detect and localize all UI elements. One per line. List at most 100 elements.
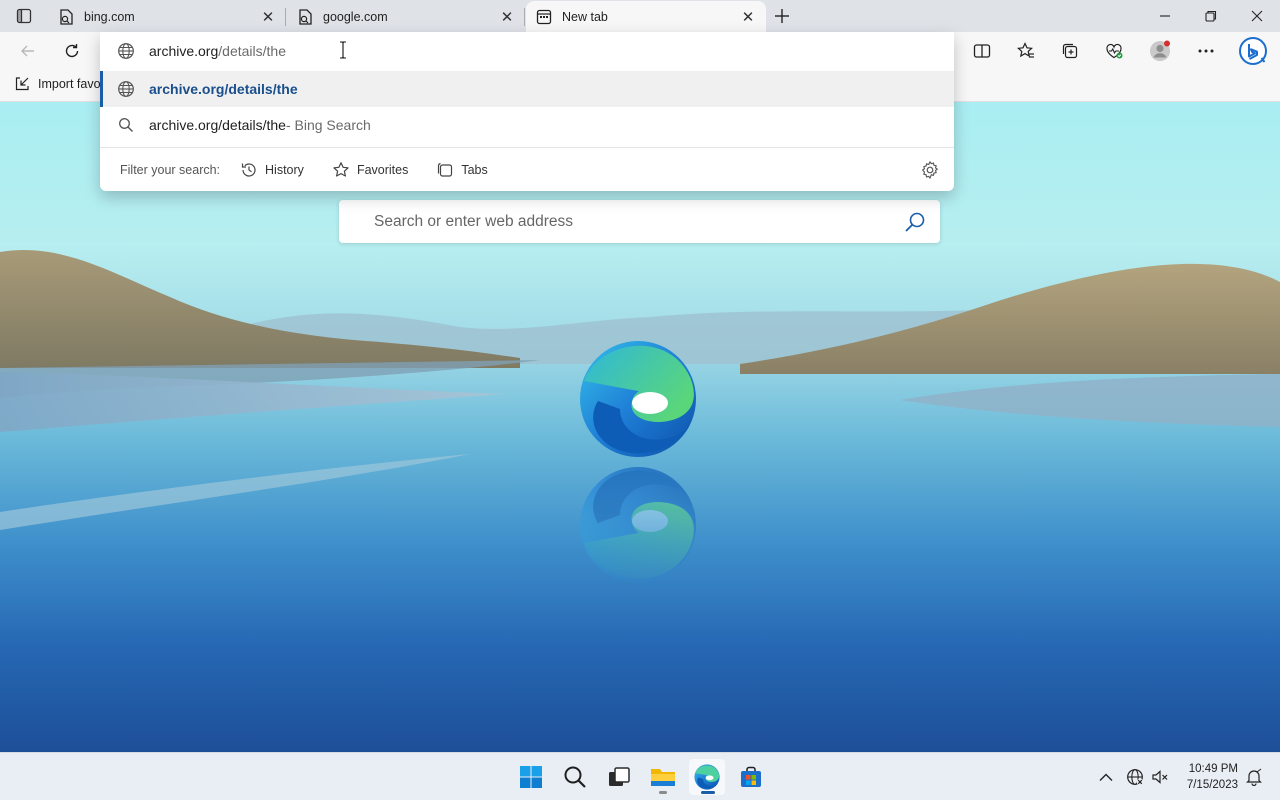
new-tab-page-icon: [536, 9, 552, 25]
profile-button[interactable]: [1145, 36, 1175, 66]
tab-actions-menu-button[interactable]: [8, 4, 40, 28]
notification-bell-icon: [1246, 768, 1262, 786]
file-explorer-button[interactable]: [645, 759, 681, 795]
search-icon[interactable]: [904, 211, 926, 233]
import-favorites-button[interactable]: Import favo: [14, 76, 101, 92]
volume-button[interactable]: [1148, 765, 1172, 789]
tab-close-icon[interactable]: ✕: [499, 9, 515, 26]
refresh-button[interactable]: [57, 36, 87, 66]
collections-button[interactable]: [1055, 36, 1085, 66]
edge-icon: [694, 764, 720, 790]
close-window-button[interactable]: [1234, 0, 1280, 32]
back-button[interactable]: [13, 36, 43, 66]
show-hidden-icons-button[interactable]: [1094, 765, 1118, 789]
task-view-button[interactable]: [601, 759, 637, 795]
refresh-icon: [65, 44, 79, 58]
avatar-icon: [1150, 40, 1170, 61]
import-favorites-label: Import favo: [38, 77, 101, 91]
tab-close-icon[interactable]: ✕: [260, 9, 276, 26]
taskbar: 10:49 PM 7/15/2023: [0, 752, 1280, 800]
tab-new-tab[interactable]: New tab ✕: [526, 1, 766, 32]
favorites-star-icon: [1017, 42, 1034, 58]
address-bar-text: archive.org/details/the: [149, 43, 286, 59]
settings-and-more-button[interactable]: [1191, 36, 1221, 66]
chevron-up-icon: [1099, 773, 1113, 781]
page-search-box[interactable]: [339, 200, 940, 243]
microsoft-store-button[interactable]: [733, 759, 769, 795]
suggestion-label: archive.org/details/the: [149, 81, 298, 97]
tab-title: bing.com: [84, 9, 135, 24]
suggestion-url[interactable]: archive.org/details/the: [100, 71, 954, 107]
tab-google[interactable]: google.com ✕: [287, 1, 525, 32]
page-document-icon: [297, 8, 313, 25]
filter-history-button[interactable]: History: [240, 161, 304, 179]
suggestion-bing-search[interactable]: archive.org/details/the - Bing Search: [100, 107, 954, 143]
notifications-button[interactable]: [1242, 765, 1266, 789]
tab-bing[interactable]: bing.com ✕: [48, 1, 286, 32]
tab-title: google.com: [323, 9, 388, 24]
address-bar-dropdown: archive.org/details/the archive.org/deta…: [100, 32, 954, 191]
filter-label: Filter your search:: [120, 162, 221, 177]
globe-icon: [117, 80, 135, 98]
restore-button[interactable]: [1188, 0, 1234, 32]
running-indicator: [659, 791, 667, 794]
taskbar-clock[interactable]: 10:49 PM 7/15/2023: [1178, 761, 1238, 793]
globe-network-icon: [1127, 769, 1144, 786]
page-search-input[interactable]: [374, 212, 904, 231]
new-tab-button[interactable]: [770, 4, 794, 28]
windows-start-icon: [520, 766, 542, 788]
gear-icon[interactable]: [920, 160, 940, 180]
filter-search-row: Filter your search: History Favorites Ta…: [100, 147, 954, 191]
globe-icon: [118, 43, 134, 59]
suggestion-suffix: - Bing Search: [285, 117, 371, 133]
star-icon: [333, 161, 349, 177]
import-icon: [15, 77, 29, 91]
minimize-icon: [1160, 15, 1170, 17]
minimize-button[interactable]: [1142, 0, 1188, 32]
bing-copilot-icon: [1239, 37, 1267, 65]
new-tab-page: [0, 102, 1280, 752]
speaker-muted-icon: [1152, 770, 1168, 784]
search-icon: [564, 766, 586, 788]
page-document-icon: [58, 8, 74, 25]
tab-close-icon[interactable]: ✕: [740, 9, 756, 26]
address-bar-input[interactable]: archive.org/details/the: [100, 32, 954, 70]
filter-tabs-button[interactable]: Tabs: [436, 161, 488, 179]
tab-actions-icon: [16, 8, 32, 24]
task-view-icon: [609, 767, 630, 786]
clock-date: 7/15/2023: [1186, 779, 1238, 791]
active-indicator: [701, 791, 715, 794]
file-explorer-icon: [651, 769, 675, 786]
more-options-icon: [1198, 49, 1214, 53]
history-icon: [241, 162, 256, 177]
edge-taskbar-button[interactable]: [689, 759, 725, 795]
network-button[interactable]: [1123, 765, 1147, 789]
browser-essentials-button[interactable]: [1099, 36, 1129, 66]
text-cursor-icon: [340, 41, 346, 59]
edge-logo: [580, 341, 696, 457]
back-arrow-icon: [21, 45, 34, 57]
filter-favorites-button[interactable]: Favorites: [332, 161, 408, 179]
tab-strip: bing.com ✕ google.com ✕ New tab ✕: [0, 0, 1280, 32]
bing-chat-button[interactable]: [1236, 36, 1270, 66]
taskbar-search-button[interactable]: [557, 759, 593, 795]
favorites-button[interactable]: [1011, 36, 1041, 66]
tabs-icon: [438, 162, 453, 177]
store-icon: [741, 766, 761, 787]
plus-icon: [775, 9, 789, 23]
split-screen-button[interactable]: [967, 36, 997, 66]
restore-icon: [1205, 10, 1217, 22]
url-host: archive.org: [149, 43, 219, 59]
tab-title: New tab: [562, 9, 608, 24]
suggestion-label: archive.org/details/the: [149, 117, 286, 133]
filter-tabs-label: Tabs: [461, 162, 488, 177]
filter-history-label: History: [265, 162, 304, 177]
search-icon: [117, 116, 135, 134]
collections-icon: [1062, 43, 1078, 59]
url-path: /details/the: [218, 43, 286, 59]
start-button[interactable]: [513, 759, 549, 795]
split-screen-icon: [973, 44, 991, 58]
clock-time: 10:49 PM: [1188, 763, 1238, 775]
close-icon: [1251, 10, 1263, 22]
filter-favorites-label: Favorites: [356, 162, 409, 177]
